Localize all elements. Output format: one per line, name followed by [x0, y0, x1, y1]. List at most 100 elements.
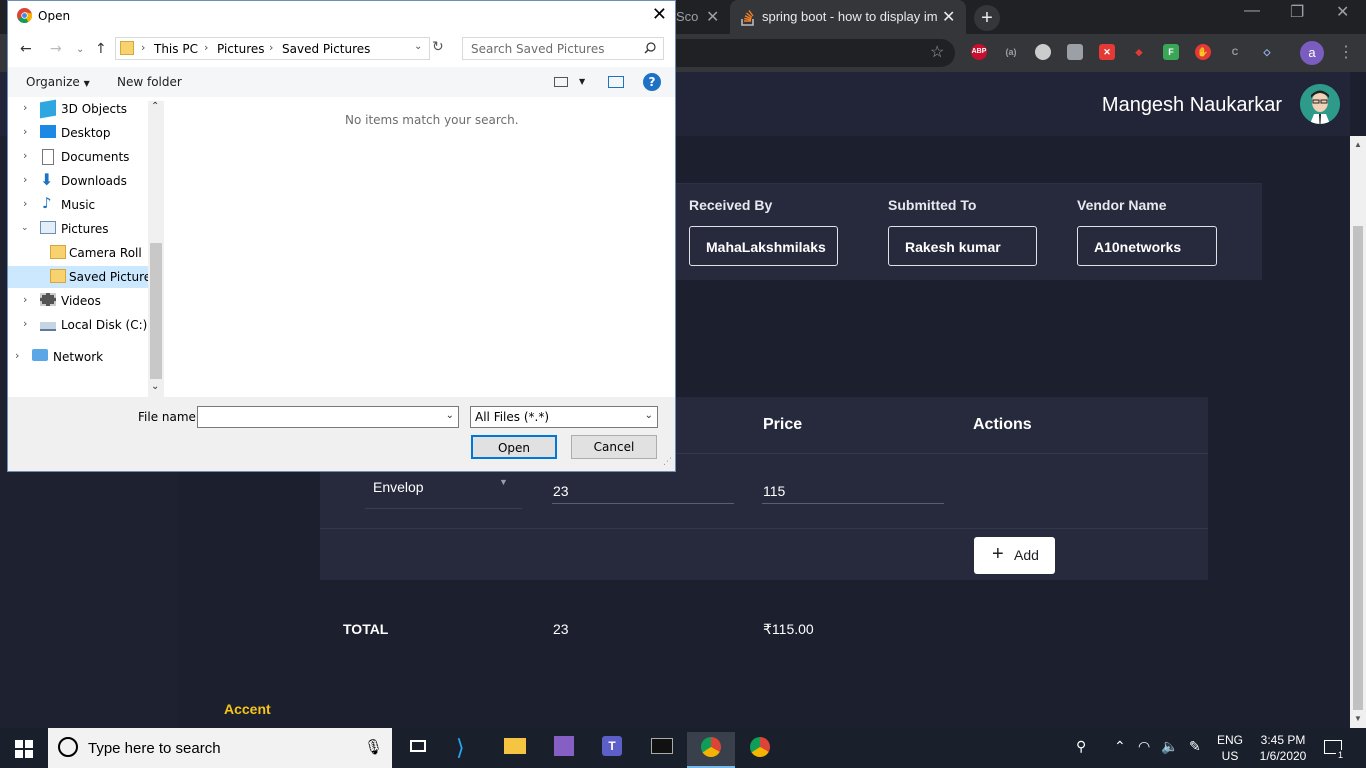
quantity-input[interactable]: 23: [553, 483, 569, 499]
people-icon[interactable]: ⚲: [1076, 738, 1086, 755]
page-scrollbar[interactable]: ▲ ▼: [1350, 136, 1366, 728]
new-tab-button[interactable]: +: [974, 5, 1000, 31]
file-type-select[interactable]: All Files (*.*) ⌄: [470, 406, 658, 428]
chevron-down-icon[interactable]: ⌄: [21, 223, 29, 233]
clock[interactable]: 3:45 PM 1/6/2020: [1256, 732, 1310, 764]
chevron-right-icon[interactable]: ›: [23, 149, 27, 162]
hand-extension-icon[interactable]: ✋: [1195, 44, 1211, 60]
nav-item-local-disk[interactable]: › Local Disk (C:): [8, 314, 148, 336]
extension-a-icon[interactable]: (a): [1003, 44, 1019, 60]
x-extension-icon[interactable]: ✕: [1099, 44, 1115, 60]
item-select[interactable]: Envelop ▼: [365, 473, 522, 509]
refresh-icon[interactable]: ↻: [432, 39, 444, 55]
adblock-icon[interactable]: ABP: [971, 44, 987, 60]
windows-start-icon[interactable]: [15, 740, 33, 758]
vendor-name-field[interactable]: A10networks: [1077, 226, 1217, 266]
help-icon[interactable]: ?: [643, 73, 661, 91]
nav-item-music[interactable]: › ♪ Music: [8, 194, 148, 216]
volume-icon[interactable]: 🔈: [1161, 738, 1178, 755]
nav-item-documents[interactable]: › Documents: [8, 146, 148, 168]
language-indicator[interactable]: ENG US: [1216, 732, 1244, 764]
profile-avatar[interactable]: a: [1300, 41, 1324, 65]
scrollbar-thumb[interactable]: [150, 243, 162, 379]
view-options-icon[interactable]: [554, 77, 568, 87]
breadcrumb-item[interactable]: This PC: [154, 42, 198, 56]
circle-extension-icon[interactable]: [1035, 44, 1051, 60]
scroll-up-icon[interactable]: ⌃: [151, 101, 159, 112]
menu-kebab-icon[interactable]: ⋮: [1338, 42, 1354, 62]
chevron-right-icon[interactable]: ›: [23, 173, 27, 186]
open-button[interactable]: Open: [471, 435, 557, 459]
shield-extension-icon[interactable]: ◆: [1131, 44, 1147, 60]
avatar[interactable]: [1300, 84, 1340, 124]
chrome-taskbar-icon[interactable]: [687, 732, 735, 768]
nav-item-videos[interactable]: › Videos: [8, 290, 148, 312]
vscode-icon[interactable]: ⟩: [443, 732, 491, 768]
recent-locations-icon[interactable]: ⌄: [76, 44, 84, 55]
nav-item-saved-pictures[interactable]: Saved Pictures: [8, 266, 157, 288]
bookmark-star-icon[interactable]: ☆: [930, 42, 944, 62]
cancel-button[interactable]: Cancel: [571, 435, 657, 459]
chevron-up-icon[interactable]: ⌃: [1114, 738, 1126, 755]
close-tab-icon[interactable]: ✕: [706, 7, 719, 27]
submitted-to-field[interactable]: Rakesh kumar: [888, 226, 1037, 266]
c-extension-icon[interactable]: C: [1227, 44, 1243, 60]
breadcrumb-item[interactable]: Pictures: [217, 42, 265, 56]
pen-icon[interactable]: ✎: [1189, 738, 1201, 755]
nav-item-network[interactable]: › Network: [8, 346, 148, 368]
browser-tab[interactable]: Sco ✕: [676, 0, 728, 34]
user-name[interactable]: Mangesh Naukarkar: [1102, 94, 1282, 117]
up-arrow-icon[interactable]: ↑: [95, 41, 107, 57]
minimize-icon[interactable]: —: [1244, 2, 1260, 20]
chevron-right-icon[interactable]: ›: [15, 349, 19, 362]
forward-arrow-icon[interactable]: →: [50, 41, 62, 57]
resize-grip-icon[interactable]: ⋰: [663, 457, 672, 467]
breadcrumb-item[interactable]: Saved Pictures: [282, 42, 370, 56]
browser-tab-active[interactable]: spring boot - how to display ima ✕: [730, 0, 966, 34]
taskbar-search[interactable]: Type here to search 🎙: [48, 728, 392, 768]
back-arrow-icon[interactable]: ←: [20, 41, 32, 57]
nav-item-camera-roll[interactable]: Camera Roll: [8, 242, 148, 264]
address-bar[interactable]: [660, 39, 955, 67]
chevron-right-icon[interactable]: ›: [23, 293, 27, 306]
search-input[interactable]: Search Saved Pictures: [462, 37, 664, 60]
preview-pane-icon[interactable]: [608, 76, 624, 88]
chevron-down-icon[interactable]: ⌄: [414, 41, 422, 52]
nav-item-pictures[interactable]: ⌄ Pictures: [8, 218, 148, 240]
chrome-taskbar-icon[interactable]: [736, 732, 784, 768]
visual-studio-icon[interactable]: [540, 732, 588, 768]
task-view-icon[interactable]: [396, 732, 444, 768]
price-input[interactable]: 115: [763, 483, 785, 499]
organize-button[interactable]: Organize ▼: [26, 75, 90, 89]
chevron-down-icon[interactable]: ⌄: [446, 410, 454, 421]
terminal-icon[interactable]: [638, 732, 686, 768]
close-icon[interactable]: ✕: [652, 4, 667, 25]
close-window-icon[interactable]: ✕: [1336, 2, 1349, 22]
nav-scrollbar[interactable]: ⌃ ⌄: [148, 101, 164, 397]
camera-icon[interactable]: [1067, 44, 1083, 60]
chevron-right-icon[interactable]: ›: [23, 125, 27, 138]
chevron-right-icon[interactable]: ›: [23, 197, 27, 210]
diamond-extension-icon[interactable]: ◇: [1259, 44, 1275, 60]
address-bar[interactable]: › This PC › Pictures › Saved Pictures ⌄: [115, 37, 430, 60]
f-extension-icon[interactable]: F: [1163, 44, 1179, 60]
microphone-icon[interactable]: 🎙: [364, 738, 383, 756]
chevron-right-icon[interactable]: ›: [23, 317, 27, 330]
scroll-up-icon[interactable]: ▲: [1354, 140, 1362, 149]
new-folder-button[interactable]: New folder: [117, 75, 182, 89]
restore-icon[interactable]: ❐: [1290, 2, 1304, 22]
close-tab-icon[interactable]: ✕: [942, 7, 955, 27]
scroll-down-icon[interactable]: ▼: [1354, 714, 1362, 723]
scrollbar-thumb[interactable]: [1353, 226, 1363, 710]
nav-item-3d-objects[interactable]: › 3D Objects: [8, 98, 148, 120]
scroll-down-icon[interactable]: ⌄: [151, 381, 159, 392]
received-by-field[interactable]: MahaLakshmilaks: [689, 226, 838, 266]
file-name-input[interactable]: ⌄: [197, 406, 459, 428]
nav-item-downloads[interactable]: › ⬇ Downloads: [8, 170, 148, 192]
file-list[interactable]: No items match your search.: [165, 97, 675, 397]
chevron-right-icon[interactable]: ›: [23, 101, 27, 114]
teams-icon[interactable]: T: [589, 732, 637, 768]
dropdown-arrow-icon[interactable]: ▼: [579, 77, 585, 86]
file-explorer-icon[interactable]: [491, 732, 539, 768]
nav-item-desktop[interactable]: › Desktop: [8, 122, 148, 144]
